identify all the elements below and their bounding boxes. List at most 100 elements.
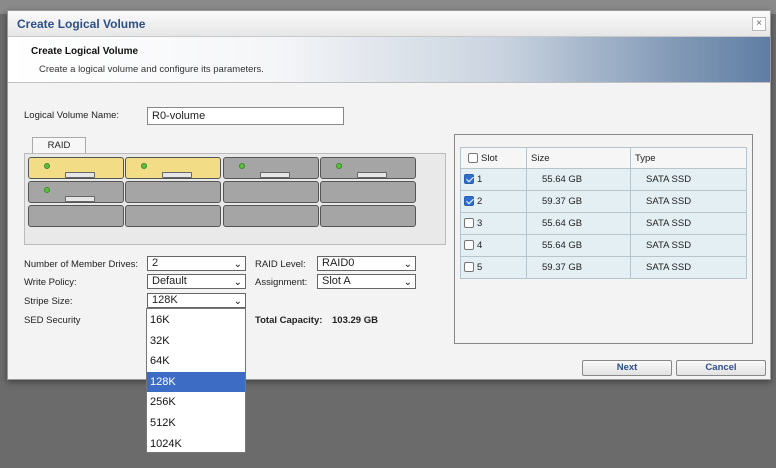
raid-level-label: RAID Level: xyxy=(255,259,306,270)
drive-bay[interactable] xyxy=(320,157,416,179)
chevron-down-icon: ⌄ xyxy=(233,277,242,288)
type-cell: SATA SSD xyxy=(630,190,747,213)
size-cell: 55.64 GB xyxy=(526,212,631,235)
next-button[interactable]: Next xyxy=(582,360,672,376)
type-cell: SATA SSD xyxy=(630,256,747,279)
table-row[interactable]: 4 55.64 GB SATA SSD xyxy=(460,234,747,257)
drive-handle-icon xyxy=(260,172,290,178)
table-row[interactable]: 2 59.37 GB SATA SSD xyxy=(460,190,747,213)
assignment-value: Slot A xyxy=(322,275,351,287)
type-cell: SATA SSD xyxy=(630,234,747,257)
drive-bay[interactable] xyxy=(223,157,319,179)
drive-bay[interactable] xyxy=(320,205,416,227)
type-column-header[interactable]: Type xyxy=(630,147,747,169)
slot-header-label: Slot xyxy=(481,152,498,164)
size-cell: 59.37 GB xyxy=(526,190,631,213)
volume-name-label: Logical Volume Name: xyxy=(24,110,120,121)
dropdown-option[interactable]: 128K xyxy=(147,371,245,392)
size-cell: 55.64 GB xyxy=(526,168,631,191)
drive-bay[interactable] xyxy=(125,181,221,203)
slot-number: 5 xyxy=(477,262,483,273)
size-cell: 59.37 GB xyxy=(526,256,631,279)
drive-bay[interactable] xyxy=(28,181,124,203)
cancel-button[interactable]: Cancel xyxy=(676,360,766,376)
type-cell: SATA SSD xyxy=(630,212,747,235)
slots-table: Slot Size Type 1 55.64 GB SATA SSD 2 59.37 G… xyxy=(460,147,747,279)
chevron-down-icon: ⌄ xyxy=(403,259,412,270)
volume-name-input[interactable]: R0-volume xyxy=(147,107,344,125)
chevron-down-icon: ⌄ xyxy=(403,277,412,288)
dropdown-option[interactable]: 256K xyxy=(147,392,245,412)
chevron-down-icon: ⌄ xyxy=(233,259,242,270)
size-cell: 55.64 GB xyxy=(526,234,631,257)
sed-security-label: SED Security xyxy=(24,315,81,326)
slot-cell: 3 xyxy=(460,212,527,235)
dropdown-option[interactable]: 64K xyxy=(147,351,245,371)
drive-bay[interactable] xyxy=(320,181,416,203)
stripe-size-label: Stripe Size: xyxy=(24,296,73,307)
chevron-down-icon: ⌄ xyxy=(233,296,242,307)
type-cell: SATA SSD xyxy=(630,168,747,191)
status-led-icon xyxy=(141,163,147,169)
status-led-icon xyxy=(336,163,342,169)
tab-raid[interactable]: RAID xyxy=(32,137,86,153)
slot-number: 2 xyxy=(477,196,483,207)
slot-checkbox[interactable] xyxy=(464,262,474,272)
table-row[interactable]: 5 59.37 GB SATA SSD xyxy=(460,256,747,279)
size-column-header[interactable]: Size xyxy=(526,147,631,169)
select-all-checkbox[interactable] xyxy=(468,152,478,163)
assignment-label: Assignment: xyxy=(255,277,308,288)
dialog-titlebar: Create Logical Volume × xyxy=(8,11,770,37)
slots-panel: Slot Size Type 1 55.64 GB SATA SSD 2 59.37 G… xyxy=(454,134,753,344)
member-drives-label: Number of Member Drives: xyxy=(24,259,139,270)
status-led-icon xyxy=(44,187,50,193)
dialog-title: Create Logical Volume xyxy=(17,17,146,31)
stripe-size-select[interactable]: 128K ⌄ xyxy=(147,293,246,308)
close-icon[interactable]: × xyxy=(752,17,766,31)
stripe-size-value: 128K xyxy=(152,294,178,306)
slot-checkbox[interactable] xyxy=(464,174,474,184)
slot-checkbox[interactable] xyxy=(464,240,474,250)
drive-bay[interactable] xyxy=(223,181,319,203)
table-row[interactable]: 3 55.64 GB SATA SSD xyxy=(460,212,747,235)
dropdown-option[interactable]: 1024K xyxy=(147,434,245,454)
slot-checkbox[interactable] xyxy=(464,196,474,206)
slot-checkbox[interactable] xyxy=(464,218,474,228)
dropdown-option[interactable]: 16K xyxy=(147,310,245,330)
slot-cell: 1 xyxy=(460,168,527,191)
table-row[interactable]: 1 55.64 GB SATA SSD xyxy=(460,168,747,191)
drive-handle-icon xyxy=(162,172,192,178)
drive-handle-icon xyxy=(65,172,95,178)
total-capacity-value: 103.29 GB xyxy=(332,315,378,326)
raid-level-select[interactable]: RAID0 ⌄ xyxy=(317,256,416,271)
drive-bay[interactable] xyxy=(28,157,124,179)
raid-bay-panel xyxy=(24,153,446,245)
slot-number: 4 xyxy=(477,240,483,251)
slot-cell: 4 xyxy=(460,234,527,257)
dropdown-option[interactable]: 32K xyxy=(147,331,245,351)
drive-handle-icon xyxy=(357,172,387,178)
member-drives-value: 2 xyxy=(152,257,159,269)
slot-number: 3 xyxy=(477,218,483,229)
status-led-icon xyxy=(239,163,245,169)
drive-handle-icon xyxy=(65,196,95,202)
drive-bay[interactable] xyxy=(28,205,124,227)
assignment-select[interactable]: Slot A ⌄ xyxy=(317,274,416,289)
header-subtitle: Create a logical volume and configure it… xyxy=(39,64,264,75)
header-title: Create Logical Volume xyxy=(31,46,139,57)
slot-number: 1 xyxy=(477,174,483,185)
drive-bay[interactable] xyxy=(223,205,319,227)
member-drives-select[interactable]: 2 ⌄ xyxy=(147,256,246,271)
slot-cell: 5 xyxy=(460,256,527,279)
slots-header-row: Slot Size Type xyxy=(460,147,747,169)
dialog-header: Create Logical Volume Create a logical v… xyxy=(8,37,770,83)
slot-column-header[interactable]: Slot xyxy=(460,147,527,169)
drive-bay[interactable] xyxy=(125,205,221,227)
total-capacity-label: Total Capacity: xyxy=(255,315,323,326)
write-policy-select[interactable]: Default ⌄ xyxy=(147,274,246,289)
write-policy-label: Write Policy: xyxy=(24,277,77,288)
drive-bay[interactable] xyxy=(125,157,221,179)
slot-cell: 2 xyxy=(460,190,527,213)
dropdown-option[interactable]: 512K xyxy=(147,413,245,433)
status-led-icon xyxy=(44,163,50,169)
